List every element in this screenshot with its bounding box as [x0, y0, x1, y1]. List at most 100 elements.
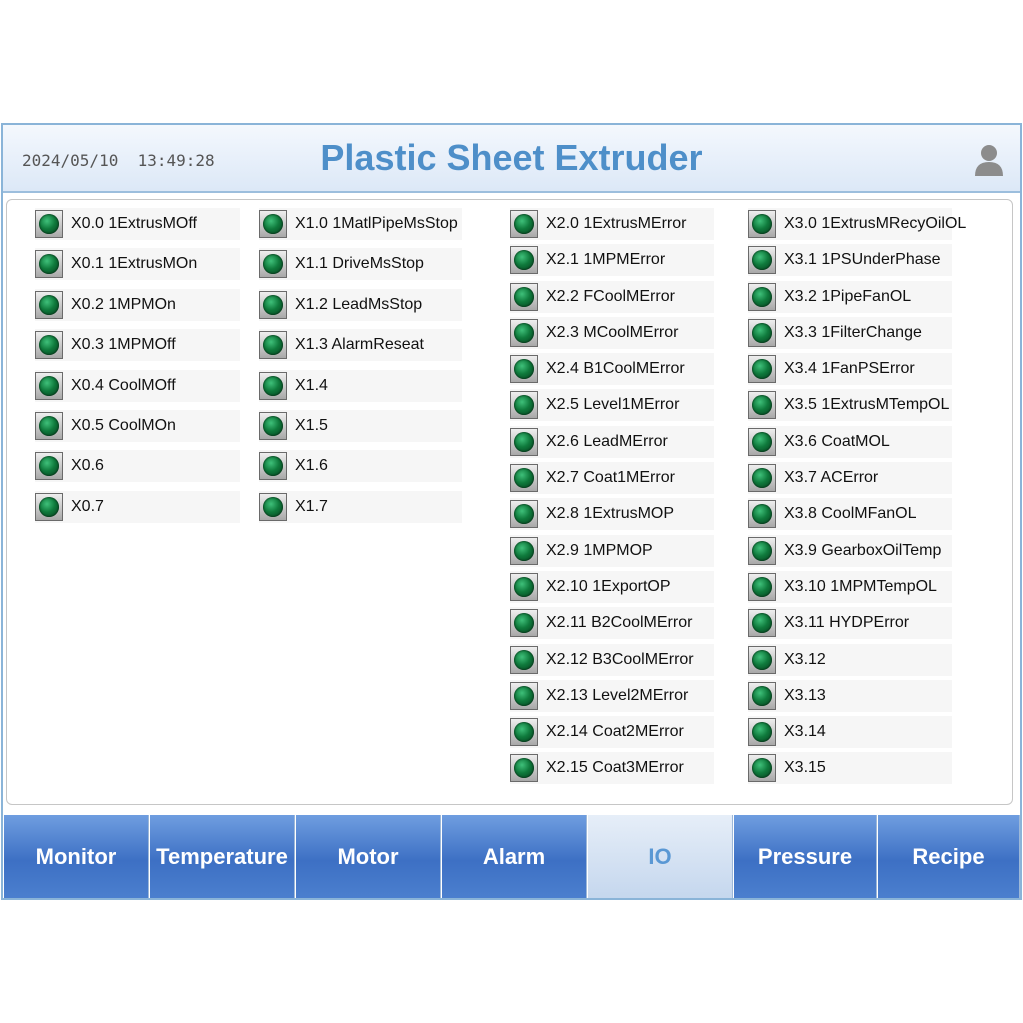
io-label: X3.4 1FanPSError [784, 360, 915, 378]
io-row: X0.7 [35, 490, 240, 523]
page-title: Plastic Sheet Extruder [320, 137, 703, 178]
io-label: X2.15 Coat3MError [546, 759, 684, 777]
io-row: X0.3 1MPMOff [35, 329, 240, 362]
io-row: X2.15 Coat3MError [510, 752, 714, 785]
io-row: X2.10 1ExportOP [510, 570, 714, 603]
io-label: X3.9 GearboxOilTemp [784, 541, 942, 559]
io-row: X1.3 AlarmReseat [259, 329, 462, 362]
lamp-light [514, 540, 534, 561]
status-lamp-icon [510, 681, 538, 710]
status-lamp-icon [510, 645, 538, 674]
tab-label: IO [648, 843, 672, 869]
lamp-light [514, 250, 534, 271]
lamp-light [263, 375, 283, 396]
io-row: X2.0 1ExtrusMError [510, 208, 714, 240]
status-lamp-icon [510, 210, 538, 238]
io-label: X3.12 [784, 650, 826, 668]
lamp-light [39, 294, 59, 315]
io-row: X2.5 Level1MError [510, 389, 714, 422]
tab-label: Alarm [482, 843, 546, 869]
io-row: X3.2 1PipeFanOL [748, 280, 952, 313]
io-row: X3.12 [748, 643, 952, 676]
io-label: X2.6 LeadMError [546, 432, 668, 450]
io-row: X2.4 B1CoolMError [510, 353, 714, 386]
io-row: X3.13 [748, 679, 952, 712]
io-label: X3.13 [784, 686, 826, 704]
lamp-light [39, 415, 59, 436]
io-row: X0.5 CoolMOn [35, 409, 240, 442]
io-column-x3: X3.0 1ExtrusMRecyOilOL X3.1 1PSUnderPhase… [748, 208, 966, 789]
io-label: X2.8 1ExtrusMOP [546, 505, 675, 523]
status-lamp-icon [35, 210, 63, 238]
io-row: X3.3 1FilterChange [748, 316, 952, 349]
io-row: X1.7 [259, 490, 462, 523]
io-label: X3.0 1ExtrusMRecyOilOL [784, 215, 967, 232]
status-lamp-icon [35, 331, 63, 360]
lamp-light [39, 375, 59, 396]
lamp-light [752, 468, 772, 489]
io-label: X2.7 Coat1MError [546, 469, 675, 487]
lamp-light [263, 415, 283, 436]
io-row: X0.1 1ExtrusMOn [35, 248, 240, 281]
io-row: X3.8 CoolMFanOL [748, 498, 952, 531]
io-row: X1.2 LeadMsStop [259, 288, 462, 321]
io-label: X2.12 B3CoolMError [546, 650, 694, 668]
lamp-light [514, 722, 534, 743]
status-lamp-icon [259, 250, 287, 279]
io-row: X2.14 Coat2MError [510, 716, 714, 749]
io-label: X3.7 ACError [784, 469, 879, 487]
io-label: X0.4 CoolMOff [71, 376, 176, 394]
io-label: X3.6 CoatMOL [784, 432, 890, 450]
io-label: X1.3 AlarmReseat [295, 336, 424, 354]
io-row: X3.5 1ExtrusMTempOL [748, 389, 952, 422]
tab-alarm[interactable]: Alarm [441, 815, 587, 898]
status-lamp-icon [748, 609, 776, 638]
lamp-light [263, 294, 283, 315]
lamp-light [752, 613, 772, 634]
lamp-light [752, 722, 772, 743]
io-label: X3.14 [784, 723, 826, 741]
status-lamp-icon [748, 282, 776, 311]
tab-label: Pressure [757, 843, 853, 869]
tab-io[interactable]: IO [587, 815, 733, 898]
lamp-light [752, 250, 772, 271]
io-row: X2.8 1ExtrusMOP [510, 498, 714, 531]
lamp-light [752, 214, 772, 234]
lamp-light [514, 431, 534, 452]
status-lamp-icon [259, 411, 287, 440]
io-label: X3.11 HYDPError [784, 614, 910, 632]
tab-motor[interactable]: Motor [295, 815, 441, 898]
status-lamp-icon [748, 536, 776, 565]
io-label: X2.5 Level1MError [546, 396, 680, 414]
tab-label: Motor [337, 843, 399, 869]
io-label: X3.15 [784, 759, 826, 777]
io-row: X2.13 Level2MError [510, 679, 714, 712]
tab-temperature[interactable]: Temperature [149, 815, 295, 898]
io-row: X0.0 1ExtrusMOff [35, 208, 240, 240]
user-icon[interactable] [973, 143, 1005, 177]
lamp-light [514, 322, 534, 343]
io-row: X3.14 [748, 716, 952, 749]
status-lamp-icon [510, 246, 538, 275]
lamp-light [263, 496, 283, 517]
status-lamp-icon [510, 754, 538, 783]
io-label: X2.2 FCoolMError [546, 287, 675, 305]
tab-recipe[interactable]: Recipe [877, 815, 1020, 898]
status-lamp-icon [748, 427, 776, 456]
lamp-light [39, 456, 59, 477]
io-label: X3.3 1FilterChange [784, 323, 922, 341]
io-label: X1.2 LeadMsStop [295, 295, 423, 313]
status-lamp-icon [748, 754, 776, 783]
tab-pressure[interactable]: Pressure [733, 815, 877, 898]
lamp-light [39, 335, 59, 356]
lamp-light [752, 649, 772, 670]
io-label: X1.0 1MatlPipeMsStop [295, 215, 458, 232]
lamp-light [514, 214, 534, 234]
status-lamp-icon [748, 355, 776, 384]
lamp-light [263, 214, 283, 234]
lamp-light [514, 649, 534, 670]
status-lamp-icon [259, 210, 287, 238]
io-column-x2: X2.0 1ExtrusMError X2.1 1MPMError X2.2 FCo… [510, 208, 714, 789]
tab-monitor[interactable]: Monitor [3, 815, 149, 898]
status-lamp-icon [259, 371, 287, 400]
